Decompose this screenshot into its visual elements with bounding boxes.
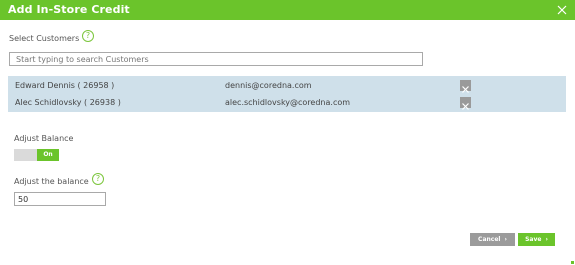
remove-customer-icon[interactable]	[460, 97, 471, 110]
dialog-titlebar: Add In-Store Credit	[0, 0, 575, 20]
remove-customer-icon[interactable]	[460, 80, 471, 93]
customer-row: Edward Dennis ( 26958 ) dennis@coredna.c…	[8, 77, 566, 94]
cancel-button[interactable]: Cancel ›	[470, 233, 515, 246]
help-icon[interactable]: ?	[82, 30, 94, 42]
balance-amount-input[interactable]	[14, 192, 106, 206]
cancel-button-label: Cancel	[478, 236, 501, 243]
save-button[interactable]: Save ›	[518, 233, 555, 246]
customer-row: Alec Schidlovsky ( 26938 ) alec.schidlov…	[8, 94, 566, 111]
toggle-off-segment	[14, 149, 37, 161]
customer-email: alec.schidlovsky@coredna.com	[225, 98, 351, 107]
select-customers-label: Select Customers	[9, 34, 80, 43]
chevron-right-icon: ›	[545, 236, 548, 243]
dialog-title: Add In-Store Credit	[8, 3, 130, 16]
customer-email: dennis@coredna.com	[225, 81, 312, 90]
customer-search-input[interactable]	[9, 52, 423, 66]
selected-customers-list: Edward Dennis ( 26958 ) dennis@coredna.c…	[8, 76, 566, 112]
save-button-label: Save	[525, 236, 542, 243]
adjust-the-balance-label: Adjust the balance	[14, 177, 89, 186]
resize-handle[interactable]	[571, 261, 574, 264]
adjust-balance-label: Adjust Balance	[14, 134, 74, 143]
toggle-on-segment: On	[37, 149, 59, 161]
help-icon[interactable]: ?	[92, 173, 104, 185]
customer-name: Edward Dennis ( 26958 )	[15, 81, 115, 90]
adjust-balance-toggle[interactable]: On	[14, 149, 59, 161]
close-icon[interactable]	[555, 2, 569, 16]
chevron-right-icon: ›	[504, 236, 507, 243]
customer-name: Alec Schidlovsky ( 26938 )	[15, 98, 121, 107]
